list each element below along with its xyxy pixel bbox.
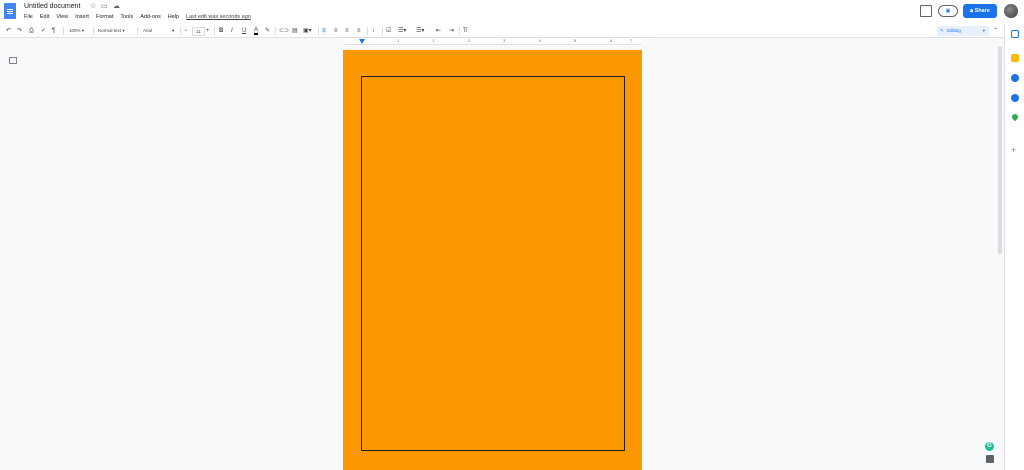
contacts-icon[interactable] [1011, 94, 1019, 102]
style-select[interactable]: Normal text ▾ [98, 27, 125, 35]
ruler-tick-label: 1 [397, 38, 400, 43]
comment-history-button[interactable] [920, 5, 932, 17]
side-panel: + [1004, 24, 1024, 470]
font-size-input[interactable]: 11 [192, 27, 205, 36]
font-select[interactable]: Arial [143, 27, 152, 35]
numbered-list-icon[interactable]: ☰▾ [416, 27, 424, 35]
underline-button[interactable]: U [242, 27, 246, 35]
meet-present-button[interactable]: ▣ [938, 5, 958, 17]
decrease-font-size-icon[interactable]: − [184, 27, 188, 35]
grammarly-icon[interactable]: G [985, 442, 994, 451]
font-select-arrow-icon[interactable]: ▾ [172, 27, 174, 35]
checklist-icon[interactable]: ☑ [386, 27, 391, 35]
maps-icon[interactable] [1010, 112, 1020, 122]
italic-button[interactable]: I [231, 27, 233, 35]
ruler-tick-label: 3 [503, 38, 506, 43]
undo-icon[interactable]: ↶ [6, 27, 11, 35]
menu-file[interactable]: File [24, 14, 33, 20]
menu-format[interactable]: Format [96, 14, 113, 20]
highlight-color-icon[interactable]: ✎ [265, 27, 270, 35]
style-value: Normal text [98, 28, 122, 33]
chevron-down-icon: ▾ [982, 28, 985, 33]
clear-formatting-icon[interactable]: T̸ [463, 27, 467, 35]
bulleted-list-icon[interactable]: ☰▾ [398, 27, 406, 35]
menu-addons[interactable]: Add-ons [140, 14, 161, 20]
insert-image-icon[interactable]: ▣▾ [303, 27, 312, 35]
avatar[interactable] [1004, 4, 1018, 18]
share-button[interactable]: 🔒︎ Share [963, 4, 997, 18]
indent-marker[interactable] [359, 39, 365, 44]
hide-menus-icon[interactable]: ⌃ [993, 27, 998, 35]
insert-link-icon[interactable]: ⊂⊃ [279, 27, 289, 35]
share-label: Share [974, 8, 990, 14]
paint-format-icon[interactable]: ¶ [52, 27, 55, 35]
align-right-icon[interactable]: ≡ [345, 27, 349, 35]
ruler-tick-label: 5 [574, 38, 577, 43]
ruler-tick-label: 4 [539, 38, 542, 43]
increase-font-size-icon[interactable]: + [206, 27, 210, 35]
ruler-tick-label: 7 [630, 38, 633, 43]
text-color-button[interactable]: A [254, 27, 259, 35]
ruler-tick-label: 2 [468, 38, 471, 43]
align-center-icon[interactable]: ≡ [334, 27, 338, 35]
redo-icon[interactable]: ↷ [17, 27, 22, 35]
explore-icon[interactable] [986, 455, 994, 463]
font-value: Arial [143, 28, 153, 33]
menu-tools[interactable]: Tools [120, 14, 133, 20]
calendar-icon[interactable] [1011, 30, 1019, 38]
toolbar-divider [318, 27, 319, 35]
toolbar-divider [214, 27, 215, 35]
toolbar-divider [459, 27, 460, 35]
toolbar-divider [367, 27, 368, 35]
last-edit-link[interactable]: Last edit was seconds ago [186, 14, 251, 20]
menu-bar: File Edit View Insert Format Tools Add-o… [24, 14, 251, 20]
pencil-icon: ✎ [940, 28, 944, 33]
add-addon-icon[interactable]: + [1011, 146, 1016, 155]
toolbar-divider [63, 27, 64, 35]
bold-button[interactable]: B [219, 27, 223, 35]
page-border-frame [361, 76, 625, 451]
vertical-scrollbar[interactable] [998, 46, 1002, 254]
menu-insert[interactable]: Insert [75, 14, 89, 20]
toolbar-divider [180, 27, 181, 35]
menu-view[interactable]: View [56, 14, 68, 20]
toolbar-divider [93, 27, 94, 35]
document-title[interactable]: Untitled document [24, 3, 80, 10]
star-icon[interactable]: ☆ [90, 2, 96, 10]
decrease-indent-icon[interactable]: ⇤ [436, 27, 441, 35]
toolbar-divider [382, 27, 383, 35]
document-page[interactable] [343, 50, 642, 470]
ruler-tick-label: 6 [610, 38, 613, 43]
keep-icon[interactable] [1011, 54, 1019, 62]
spellcheck-icon[interactable]: ✓ [41, 27, 46, 35]
editing-mode-select[interactable]: ✎ Editing ▾ [937, 26, 989, 36]
toolbar: ↶ ↷ ⎙ ✓ ¶ 100% ▾ Normal text ▾ Arial ▾ −… [0, 24, 1024, 38]
align-left-icon[interactable]: ≡ [322, 27, 326, 35]
toolbar-divider [275, 27, 276, 35]
increase-indent-icon[interactable]: ⇥ [449, 27, 454, 35]
line-spacing-icon[interactable]: ↕ [372, 27, 375, 35]
docs-logo-icon[interactable] [4, 3, 16, 19]
toolbar-divider [137, 27, 138, 35]
justify-icon[interactable]: ≡ [357, 27, 361, 35]
tasks-icon[interactable] [1011, 74, 1019, 82]
ruler-tick-label: 1 [432, 38, 435, 43]
horizontal-ruler[interactable]: 1 1 2 3 4 5 6 7 [343, 38, 642, 45]
editing-mode-label: Editing [947, 28, 961, 33]
insert-comment-icon[interactable]: ▤ [292, 27, 298, 35]
print-icon[interactable]: ⎙ [29, 27, 34, 35]
menu-help[interactable]: Help [168, 14, 179, 20]
menu-edit[interactable]: Edit [40, 14, 49, 20]
cloud-status-icon[interactable]: ☁ [113, 2, 120, 10]
zoom-select[interactable]: 100% ▾ [69, 27, 84, 35]
header-bar: Untitled document ☆ ▭ ☁ File Edit View I… [0, 0, 1024, 24]
document-outline-icon[interactable] [9, 57, 17, 64]
zoom-value: 100% [69, 28, 81, 33]
move-folder-icon[interactable]: ▭ [101, 2, 108, 10]
